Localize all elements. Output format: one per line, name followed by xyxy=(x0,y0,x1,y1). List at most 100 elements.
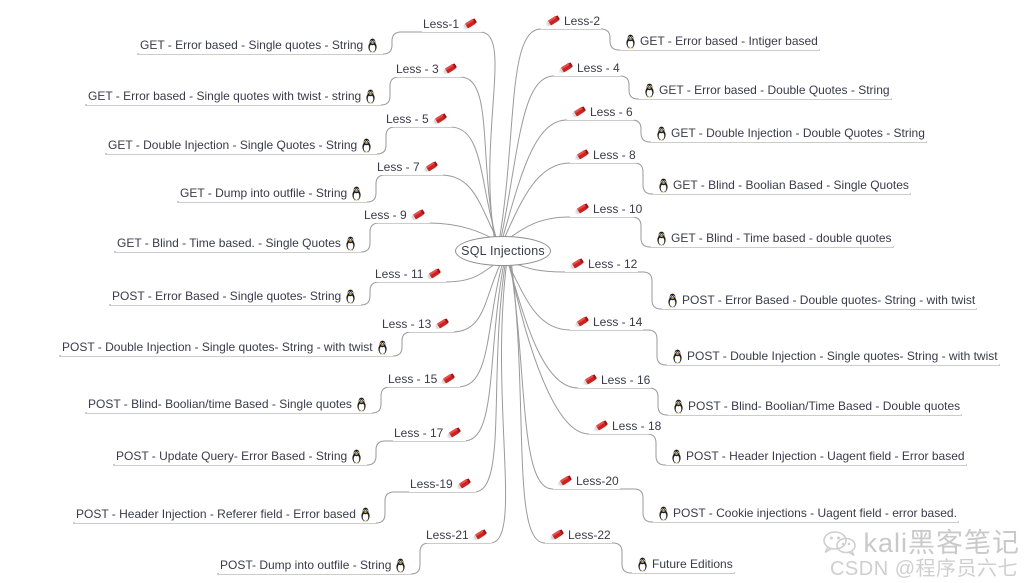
topic-node-right-6[interactable]: POST - Error Based - Double quotes- Stri… xyxy=(662,291,977,309)
red-marker-pen-icon xyxy=(581,373,599,387)
watermark-line-1: kali黑客笔记 xyxy=(823,527,1020,558)
lesson-node-left-6[interactable]: Less - 11 xyxy=(374,265,447,282)
root-node-label: SQL Injections xyxy=(461,244,545,258)
lesson-label-text: Less-2 xyxy=(564,13,601,28)
topic-label-text: POST - Header Injection - Uagent field -… xyxy=(686,449,965,463)
watermark-brand-text: kali黑客笔记 xyxy=(863,527,1020,558)
lesson-node-right-2[interactable]: Less - 4 xyxy=(554,59,621,76)
lesson-node-right-3[interactable]: Less - 6 xyxy=(567,103,634,120)
lesson-node-right-9[interactable]: Less - 18 xyxy=(589,417,663,434)
lesson-node-right-8[interactable]: Less - 16 xyxy=(578,371,652,388)
topic-label-text: GET - Error based - Double Quotes - Stri… xyxy=(659,83,890,97)
red-marker-pen-icon xyxy=(441,62,459,76)
red-marker-pen-icon xyxy=(471,528,489,542)
lesson-node-right-1[interactable]: Less-2 xyxy=(541,12,602,29)
topic-node-left-2[interactable]: GET - Error based - Single quotes with t… xyxy=(87,87,382,105)
red-marker-pen-icon xyxy=(573,202,591,216)
linux-tux-penguin-icon xyxy=(355,397,368,412)
topic-node-left-6[interactable]: POST - Error Based - Single quotes- Stri… xyxy=(111,287,362,305)
topic-label-text: GET - Double Injection - Double Quotes -… xyxy=(671,126,925,140)
topic-node-left-8[interactable]: POST - Blind- Boolian/time Based - Singl… xyxy=(87,395,372,413)
linux-tux-penguin-icon xyxy=(643,83,656,98)
topic-node-right-10[interactable]: POST - Cookie injections - Uagent field … xyxy=(653,504,958,522)
topic-node-left-3[interactable]: GET - Double Injection - Single Quotes -… xyxy=(107,136,378,154)
topic-node-right-2[interactable]: GET - Error based - Double Quotes - Stri… xyxy=(639,81,891,99)
watermark-author-text: CSDN @程序员六七 xyxy=(829,558,1018,580)
topic-node-left-7[interactable]: POST - Double Injection - Single quotes-… xyxy=(61,338,393,356)
lesson-node-left-1[interactable]: Less-1 xyxy=(422,15,483,32)
red-marker-pen-icon xyxy=(573,315,591,329)
lesson-node-left-7[interactable]: Less - 13 xyxy=(381,315,455,332)
topic-label-text: POST - Cookie injections - Uagent field … xyxy=(673,506,957,520)
lesson-node-right-4[interactable]: Less - 8 xyxy=(570,146,637,163)
linux-tux-penguin-icon xyxy=(376,340,389,355)
topic-node-right-9[interactable]: POST - Header Injection - Uagent field -… xyxy=(666,447,966,465)
lesson-label-text: Less - 10 xyxy=(593,201,643,216)
lesson-label-text: Less - 6 xyxy=(590,104,633,119)
linux-tux-penguin-icon xyxy=(624,34,637,49)
topic-node-right-4[interactable]: GET - Blind - Boolian Based - Single Quo… xyxy=(653,176,910,194)
red-marker-pen-icon xyxy=(425,267,443,281)
topic-node-right-8[interactable]: POST - Blind- Boolian/Time Based - Doubl… xyxy=(668,397,962,415)
lesson-label-text: Less-1 xyxy=(423,16,460,31)
red-marker-pen-icon xyxy=(461,17,479,31)
red-marker-pen-icon xyxy=(445,426,463,440)
topic-label-text: POST - Blind- Boolian/time Based - Singl… xyxy=(88,397,352,411)
topic-node-right-1[interactable]: GET - Error based - Intiger based xyxy=(620,32,819,50)
lesson-node-left-2[interactable]: Less - 3 xyxy=(395,60,462,77)
lesson-node-left-11[interactable]: Less-21 xyxy=(425,526,492,543)
lesson-label-text: Less - 5 xyxy=(386,111,429,126)
topic-label-text: POST- Dump into outfile - String xyxy=(220,558,392,572)
topic-node-right-5[interactable]: GET - Blind - Time based - double quotes xyxy=(651,229,893,247)
topic-label-text: POST - Header Injection - Referer field … xyxy=(76,507,356,521)
topic-label-text: POST - Error Based - Single quotes- Stri… xyxy=(112,289,342,303)
topic-node-right-11[interactable]: Future Editions xyxy=(632,555,734,573)
topic-node-left-4[interactable]: GET - Dump into outfile - String xyxy=(179,184,368,202)
red-marker-pen-icon xyxy=(568,257,586,271)
lesson-label-text: Less - 14 xyxy=(593,314,643,329)
root-node[interactable]: SQL Injections xyxy=(455,236,551,266)
lesson-node-right-5[interactable]: Less - 10 xyxy=(570,200,644,217)
topic-label-text: Future Editions xyxy=(652,557,733,571)
linux-tux-penguin-icon xyxy=(394,558,407,573)
topic-node-left-9[interactable]: POST - Update Query- Error Based - Strin… xyxy=(115,447,368,465)
lesson-label-text: Less - 9 xyxy=(364,207,407,222)
lesson-node-left-4[interactable]: Less - 7 xyxy=(376,158,443,175)
topic-node-right-7[interactable]: POST - Double Injection - Single quotes-… xyxy=(667,347,999,365)
topic-node-left-11[interactable]: POST- Dump into outfile - String xyxy=(219,556,412,574)
red-marker-pen-icon xyxy=(422,160,440,174)
lesson-node-right-10[interactable]: Less-20 xyxy=(553,472,620,489)
linux-tux-penguin-icon xyxy=(359,507,372,522)
lesson-node-left-10[interactable]: Less-19 xyxy=(409,475,476,492)
lesson-label-text: Less-22 xyxy=(568,527,611,542)
red-marker-pen-icon xyxy=(570,105,588,119)
red-marker-pen-icon xyxy=(455,477,473,491)
topic-node-right-3[interactable]: GET - Double Injection - Double Quotes -… xyxy=(651,124,926,142)
red-marker-pen-icon xyxy=(409,208,427,222)
lesson-node-right-11[interactable]: Less-22 xyxy=(545,526,612,543)
red-marker-pen-icon xyxy=(431,112,449,126)
lesson-node-left-9[interactable]: Less - 17 xyxy=(393,424,467,441)
topic-node-left-5[interactable]: GET - Blind - Time based. - Single Quote… xyxy=(116,234,361,252)
topic-label-text: GET - Error based - Intiger based xyxy=(640,34,818,48)
linux-tux-penguin-icon xyxy=(655,231,668,246)
red-marker-pen-icon xyxy=(439,372,457,386)
linux-tux-penguin-icon xyxy=(344,289,357,304)
lesson-node-left-3[interactable]: Less - 5 xyxy=(385,110,452,127)
lesson-node-left-5[interactable]: Less - 9 xyxy=(363,206,430,223)
lesson-node-left-8[interactable]: Less - 15 xyxy=(387,370,461,387)
lesson-node-right-7[interactable]: Less - 14 xyxy=(570,313,644,330)
lesson-label-text: Less - 18 xyxy=(612,418,662,433)
red-marker-pen-icon xyxy=(573,148,591,162)
mindmap-canvas: SQL Injections Less-1 GET - Error based -… xyxy=(0,0,1026,583)
topic-label-text: POST - Double Injection - Single quotes-… xyxy=(62,340,373,354)
topic-label-text: POST - Error Based - Double quotes- Stri… xyxy=(682,293,976,307)
linux-tux-penguin-icon xyxy=(666,293,679,308)
lesson-label-text: Less - 8 xyxy=(593,147,636,162)
topic-label-text: GET - Blind - Time based - double quotes xyxy=(671,231,892,245)
topic-node-left-1[interactable]: GET - Error based - Single quotes - Stri… xyxy=(139,36,384,54)
linux-tux-penguin-icon xyxy=(350,449,363,464)
topic-label-text: GET - Blind - Boolian Based - Single Quo… xyxy=(673,178,909,192)
topic-node-left-10[interactable]: POST - Header Injection - Referer field … xyxy=(75,505,376,523)
lesson-node-right-6[interactable]: Less - 12 xyxy=(565,255,639,272)
